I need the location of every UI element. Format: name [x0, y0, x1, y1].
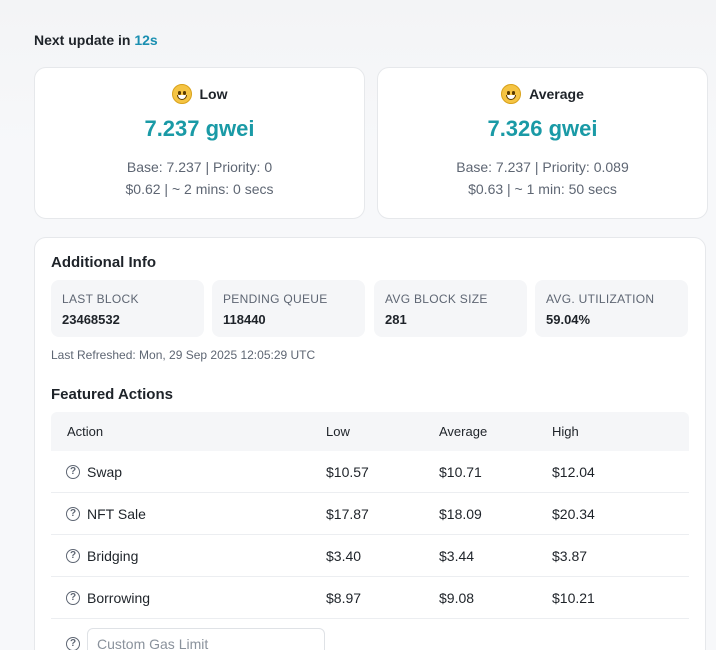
gas-card-average: Average 7.326 gwei Base: 7.237 | Priorit…: [377, 67, 708, 219]
column-header-low: Low: [326, 424, 350, 439]
next-update-prefix: Next update in: [34, 32, 131, 48]
question-circle-icon[interactable]: ?: [66, 548, 80, 563]
cost-time-text: $0.63 | ~ 1 min: 50 secs: [468, 181, 617, 197]
stat-value: 23468532: [62, 312, 120, 327]
grinning-face-icon: [171, 84, 192, 104]
cost-low: $17.87: [326, 505, 369, 522]
cost-high: $3.87: [552, 547, 588, 564]
action-name: Swap: [87, 463, 123, 480]
table-row: ? Borrowing $8.97 $9.08 $10.21: [51, 577, 689, 619]
column-header-average: Average: [439, 424, 488, 439]
cost-average: $9.08: [439, 589, 475, 606]
stat-label: AVG. UTILIZATION: [546, 292, 655, 306]
stat-label: LAST BLOCK: [62, 292, 139, 306]
table-header: Action Low Average High: [51, 412, 689, 451]
last-refreshed-text: Last Refreshed: Mon, 29 Sep 2025 12:05:2…: [51, 348, 316, 362]
custom-gas-limit-input[interactable]: [87, 628, 325, 650]
table-row: ? Bridging $3.40 $3.44 $3.87: [51, 535, 689, 577]
action-name: NFT Sale: [87, 505, 146, 522]
stat-value: 281: [385, 312, 407, 327]
question-circle-icon[interactable]: ?: [66, 590, 80, 605]
column-header-high: High: [552, 424, 579, 439]
question-circle-icon[interactable]: ?: [66, 506, 80, 521]
column-header-action: Action: [67, 424, 104, 439]
table-row: ? Swap $10.57 $10.71 $12.04: [51, 451, 689, 493]
stat-avg-block-size: AVG BLOCK SIZE 281: [374, 280, 527, 337]
stat-value: 118440: [223, 312, 266, 327]
next-update-countdown: 12s: [134, 32, 158, 48]
cost-average: $10.71: [439, 463, 482, 480]
smiling-face-icon: [501, 84, 522, 104]
featured-actions-table: Action Low Average High ? Swap $10.57 $1…: [51, 412, 689, 650]
next-update-text: Next update in 12s: [34, 32, 158, 48]
cost-high: $20.34: [552, 505, 595, 522]
action-name: Bridging: [87, 547, 139, 564]
stat-pending-queue: PENDING QUEUE 118440: [212, 280, 365, 337]
stat-label: AVG BLOCK SIZE: [385, 292, 488, 306]
table-row: ? NFT Sale $17.87 $18.09 $20.34: [51, 493, 689, 535]
question-circle-icon[interactable]: ?: [66, 637, 80, 650]
gas-card-label: Average: [529, 86, 584, 102]
action-name: Borrowing: [87, 589, 151, 606]
question-circle-icon[interactable]: ?: [66, 464, 80, 479]
cost-high: $12.04: [552, 463, 595, 480]
gas-price: 7.326 gwei: [487, 116, 598, 141]
base-priority-text: Base: 7.237 | Priority: 0.089: [456, 159, 629, 175]
stat-last-block: LAST BLOCK 23468532: [51, 280, 204, 337]
custom-gas-row: ?: [51, 619, 689, 650]
stat-avg-utilization: AVG. UTILIZATION 59.04%: [535, 280, 688, 337]
cost-average: $3.44: [439, 547, 475, 564]
gas-price: 7.237 gwei: [144, 116, 255, 141]
cost-time-text: $0.62 | ~ 2 mins: 0 secs: [125, 181, 274, 197]
cost-average: $18.09: [439, 505, 482, 522]
stat-value: 59.04%: [546, 312, 591, 327]
cost-low: $3.40: [326, 547, 362, 564]
additional-info-title: Additional Info: [51, 254, 156, 271]
info-panel: Additional Info LAST BLOCK 23468532 PEND…: [34, 237, 706, 650]
base-priority-text: Base: 7.237 | Priority: 0: [126, 159, 273, 175]
stat-label: PENDING QUEUE: [223, 292, 328, 306]
cost-high: $10.21: [552, 589, 595, 606]
featured-actions-title: Featured Actions: [51, 386, 173, 403]
cost-low: $8.97: [326, 589, 362, 606]
gas-card-low: Low 7.237 gwei Base: 7.237 | Priority: 0…: [34, 67, 365, 219]
gas-card-label: Low: [199, 86, 228, 102]
cost-low: $10.57: [326, 463, 369, 480]
